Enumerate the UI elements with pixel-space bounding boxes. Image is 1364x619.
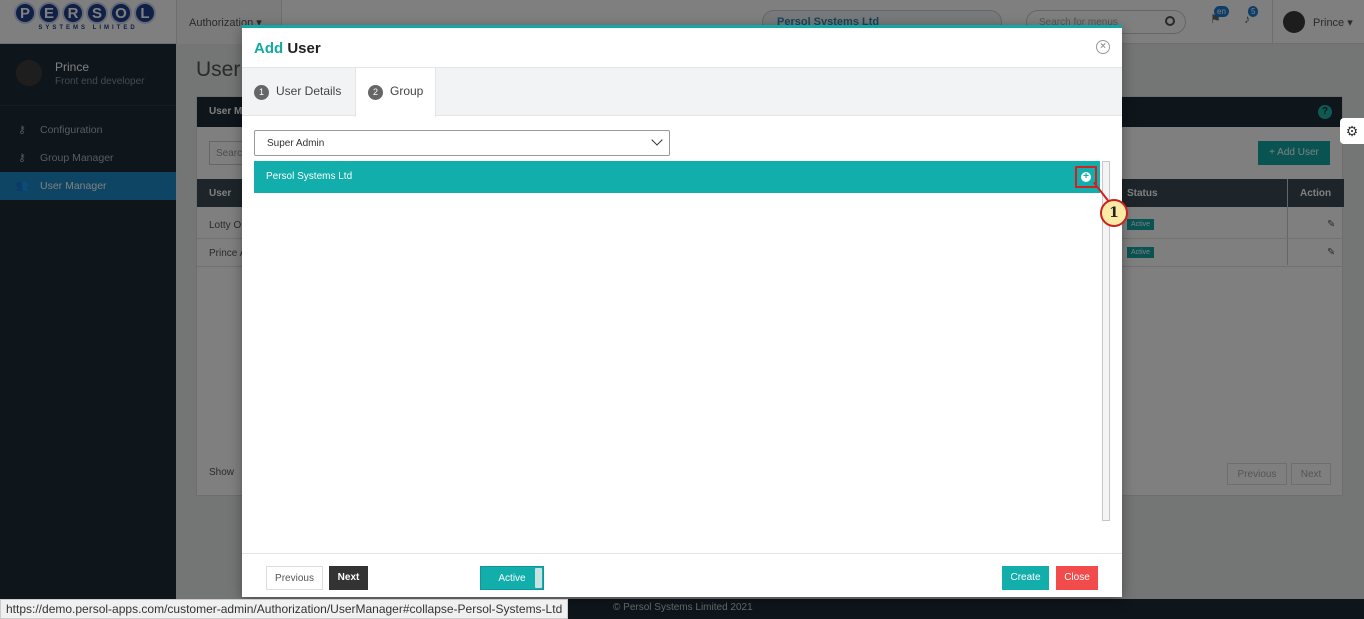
organization-label: Persol Systems Ltd — [266, 171, 353, 182]
tab-user-details[interactable]: 1 User Details — [242, 68, 353, 116]
modal-title: User — [287, 40, 321, 57]
organization-row[interactable]: Persol Systems Ltd + — [254, 161, 1100, 193]
next-button[interactable]: Next — [329, 566, 368, 590]
previous-button[interactable]: Previous — [266, 566, 323, 590]
close-button[interactable]: Close — [1056, 566, 1098, 590]
status-bar-url: https://demo.persol-apps.com/customer-ad… — [0, 599, 569, 619]
step-number: 1 — [254, 85, 269, 100]
tab-group[interactable]: 2 Group — [355, 68, 437, 117]
tab-label: Group — [390, 84, 424, 98]
active-toggle-label: Active — [498, 573, 526, 584]
wizard-tabs: 1 User Details 2 Group — [242, 68, 1122, 117]
group-select-value: Super Admin — [267, 138, 325, 149]
add-user-modal: Add User × 1 User Details 2 Group Super … — [242, 25, 1122, 597]
modal-header: Add User × — [242, 28, 1122, 68]
organization-list: Persol Systems Ltd + — [254, 161, 1110, 521]
chevron-down-icon — [651, 134, 663, 146]
tab-label: User Details — [276, 84, 342, 98]
gear-icon[interactable]: ⚙ — [1340, 118, 1364, 144]
step-number: 2 — [368, 85, 383, 100]
modal-title-accent: Add — [254, 40, 284, 57]
modal-footer: Previous Next Active Create Close — [242, 553, 1122, 600]
plus-circle-icon: + — [1081, 172, 1091, 182]
close-icon[interactable]: × — [1096, 40, 1110, 54]
toggle-knob — [535, 568, 542, 588]
callout-marker: 1 — [1100, 199, 1128, 227]
create-button[interactable]: Create — [1002, 566, 1049, 590]
active-toggle[interactable]: Active — [480, 566, 544, 590]
group-select[interactable]: Super Admin — [254, 130, 670, 156]
